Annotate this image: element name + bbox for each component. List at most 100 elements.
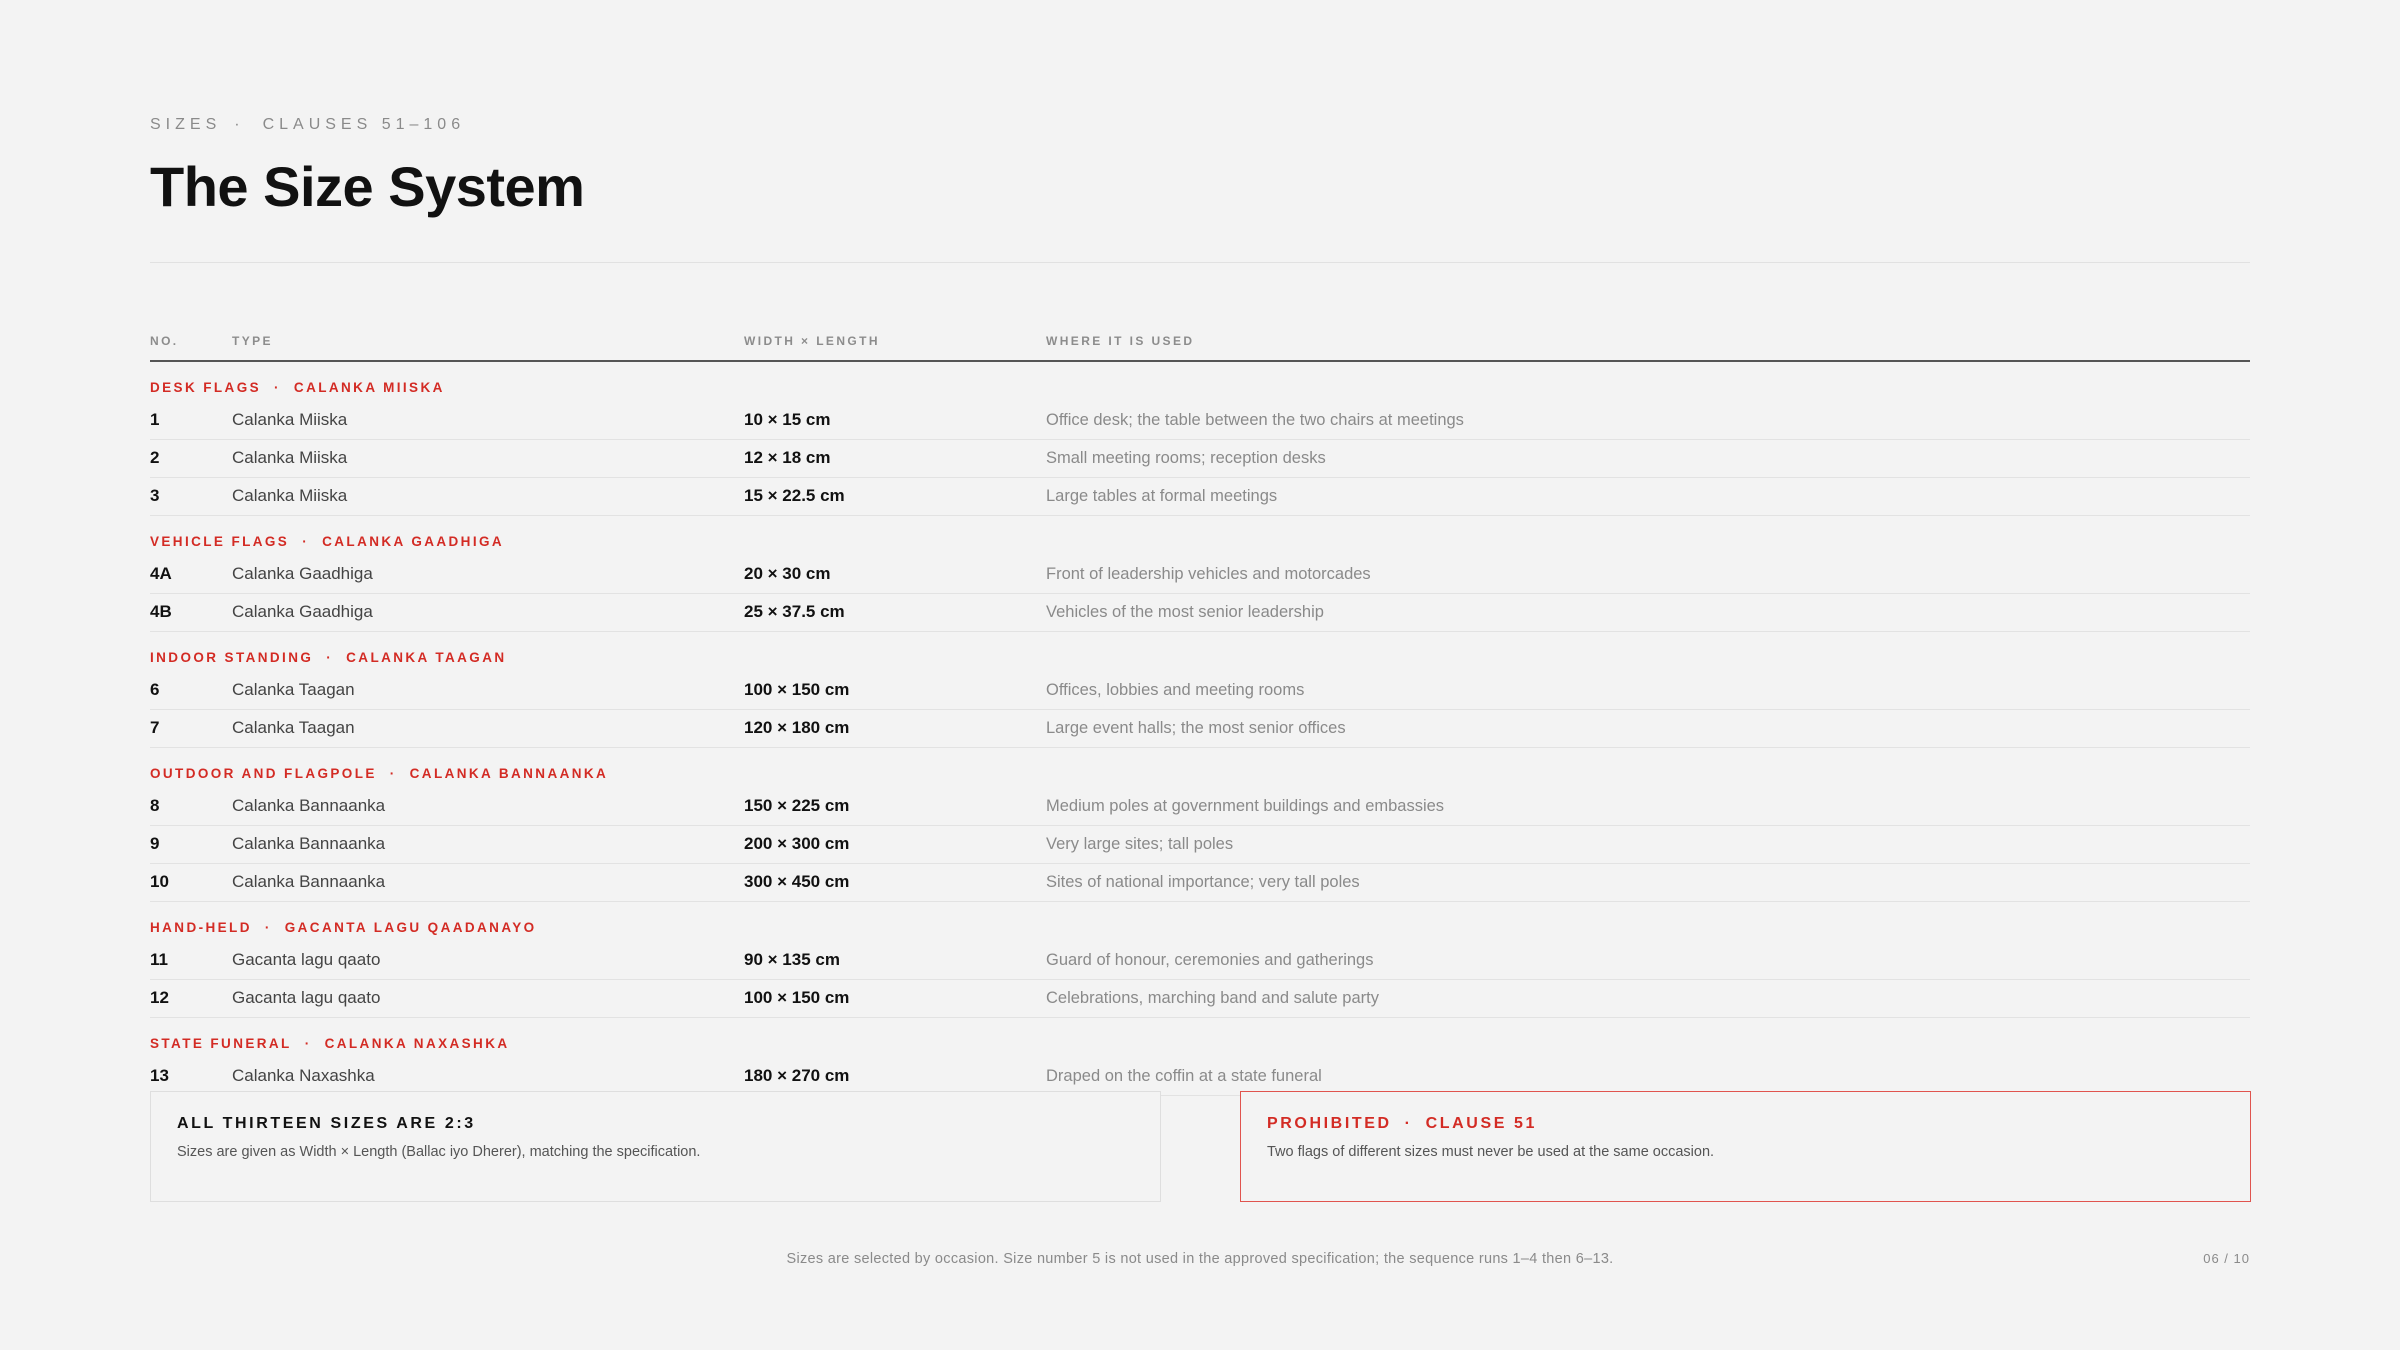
cell-number: 2 <box>150 448 160 467</box>
cell-where-used: Large event halls; the most senior offic… <box>1046 719 1346 737</box>
cell-where-used: Very large sites; tall poles <box>1046 835 1234 853</box>
cell-number: 6 <box>150 680 160 699</box>
section-label: SIZES <box>150 116 222 133</box>
group-label: STATE FUNERAL <box>150 1036 292 1051</box>
cell-size: 10 × 15 cm <box>744 410 831 429</box>
cell-where-used: Draped on the coffin at a state funeral <box>1046 1067 1322 1085</box>
ratio-note-text: Sizes are given as Width × Length (Balla… <box>177 1144 701 1160</box>
group-header: INDOOR STANDING · CALANKA TAAGAN <box>150 632 2250 672</box>
group-label: INDOOR STANDING <box>150 650 314 665</box>
group-label: OUTDOOR AND FLAGPOLE <box>150 766 377 781</box>
prohibited-label: PROHIBITED <box>1267 1115 1392 1132</box>
table-body: DESK FLAGS · CALANKA MIISKA 1 Calanka Miiska… <box>150 362 2250 1096</box>
cell-number: 4B <box>150 602 172 621</box>
table-row: 8 Calanka Bannaanka 150 × 225 cm Medium pol… <box>150 788 2250 826</box>
cell-size: 90 × 135 cm <box>744 950 840 969</box>
table-row: 2 Calanka Miiska 12 × 18 cm Small meeting r… <box>150 440 2250 478</box>
prohibited-clause: CLAUSE 51 <box>1425 1115 1538 1132</box>
cell-type: Calanka Miiska <box>232 486 348 505</box>
cell-size: 200 × 300 cm <box>744 834 850 853</box>
cell-number: 12 <box>150 988 169 1007</box>
cell-number: 4A <box>150 564 172 583</box>
divider <box>150 262 2250 263</box>
cell-number: 9 <box>150 834 160 853</box>
cell-where-used: Guard of honour, ceremonies and gatherin… <box>1046 951 1374 969</box>
column-header-size: WIDTH × LENGTH <box>744 334 880 348</box>
eyebrow: SIZES · CLAUSES 51–106 <box>150 116 465 134</box>
group-separator: · <box>302 534 310 549</box>
group-separator: · <box>304 1036 312 1051</box>
footer-note: Sizes are selected by occasion. Size num… <box>786 1251 1614 1267</box>
eyebrow-separator: · <box>234 116 245 133</box>
group-label: DESK FLAGS <box>150 380 262 395</box>
cell-number: 8 <box>150 796 160 815</box>
cell-size: 100 × 150 cm <box>744 988 850 1007</box>
prohibited-text: Two flags of different sizes must never … <box>1267 1144 1715 1160</box>
prohibited-title: PROHIBITED · CLAUSE 51 <box>1267 1115 1537 1133</box>
group-sublabel: CALANKA BANNAANKA <box>409 766 609 781</box>
cell-type: Gacanta lagu qaato <box>232 988 381 1007</box>
table-row: 6 Calanka Taagan 100 × 150 cm Offices, lobb… <box>150 672 2250 710</box>
cell-type: Calanka Bannaanka <box>232 834 386 853</box>
cell-size: 15 × 22.5 cm <box>744 486 845 505</box>
cell-size: 100 × 150 cm <box>744 680 850 699</box>
ratio-note-box: ALL THIRTEEN SIZES ARE 2:3 Sizes are giv… <box>150 1091 1161 1202</box>
group-separator: · <box>326 650 334 665</box>
cell-size: 12 × 18 cm <box>744 448 831 467</box>
table-row: 12 Gacanta lagu qaato 100 × 150 cm Celebrat… <box>150 980 2250 1018</box>
cell-size: 180 × 270 cm <box>744 1066 850 1085</box>
cell-type: Calanka Gaadhiga <box>232 564 373 583</box>
group-header: HAND-HELD · GACANTA LAGU QAADANAYO <box>150 902 2250 942</box>
clauses-label: CLAUSES 51–106 <box>262 116 466 133</box>
group-sublabel: CALANKA NAXASHKA <box>324 1036 510 1051</box>
cell-type: Calanka Miiska <box>232 410 348 429</box>
table-row: 1 Calanka Miiska 10 × 15 cm Office desk; th… <box>150 402 2250 440</box>
cell-type: Calanka Bannaanka <box>232 796 386 815</box>
table-row: 11 Gacanta lagu qaato 90 × 135 cm Guard of … <box>150 942 2250 980</box>
cell-type: Calanka Taagan <box>232 680 355 699</box>
group-label: VEHICLE FLAGS <box>150 534 290 549</box>
group-sublabel: CALANKA MIISKA <box>293 380 445 395</box>
cell-where-used: Sites of national importance; very tall … <box>1046 873 1360 891</box>
prohibited-box: PROHIBITED · CLAUSE 51 Two flags of differ… <box>1240 1091 2251 1202</box>
cell-number: 3 <box>150 486 160 505</box>
group-header: DESK FLAGS · CALANKA MIISKA <box>150 362 2250 402</box>
cell-size: 150 × 225 cm <box>744 796 850 815</box>
cell-where-used: Medium poles at government buildings and… <box>1046 797 1445 815</box>
column-header-type: TYPE <box>232 334 273 348</box>
group-separator: · <box>389 766 397 781</box>
ratio-note-title: ALL THIRTEEN SIZES ARE 2:3 <box>177 1115 476 1132</box>
cell-type: Calanka Naxashka <box>232 1066 375 1085</box>
table-row: 9 Calanka Bannaanka 200 × 300 cm Very large… <box>150 826 2250 864</box>
group-separator: · <box>274 380 281 395</box>
table-row: 10 Calanka Bannaanka 300 × 450 cm Sites of … <box>150 864 2250 902</box>
group-sublabel: CALANKA GAADHIGA <box>322 534 505 549</box>
column-header-no: NO. <box>150 334 179 348</box>
slide: SIZES · CLAUSES 51–106 The Size System NO.… <box>150 0 2251 1350</box>
table-row: 4B Calanka Gaadhiga 25 × 37.5 cm Vehicles o… <box>150 594 2250 632</box>
cell-size: 20 × 30 cm <box>744 564 831 583</box>
group-separator: · <box>264 920 272 935</box>
cell-where-used: Vehicles of the most senior leadership <box>1046 603 1324 621</box>
group-header: OUTDOOR AND FLAGPOLE · CALANKA BANNAANKA <box>150 748 2250 788</box>
table-row: 7 Calanka Taagan 120 × 180 cm Large event h… <box>150 710 2250 748</box>
group-sublabel: CALANKA TAAGAN <box>346 650 507 665</box>
cell-type: Calanka Bannaanka <box>232 872 386 891</box>
cell-type: Calanka Gaadhiga <box>232 602 373 621</box>
cell-number: 13 <box>150 1066 169 1085</box>
cell-number: 10 <box>150 872 169 891</box>
cell-number: 7 <box>150 718 160 737</box>
column-header-where: WHERE IT IS USED <box>1046 334 1195 348</box>
table-row: 3 Calanka Miiska 15 × 22.5 cm Large tables … <box>150 478 2250 516</box>
cell-where-used: Offices, lobbies and meeting rooms <box>1046 681 1305 699</box>
cell-type: Calanka Taagan <box>232 718 355 737</box>
group-label: HAND-HELD <box>150 920 252 935</box>
group-header: VEHICLE FLAGS · CALANKA GAADHIGA <box>150 516 2250 556</box>
cell-type: Gacanta lagu qaato <box>232 950 381 969</box>
cell-where-used: Small meeting rooms; reception desks <box>1046 449 1326 467</box>
page-number: 06 / 10 <box>2203 1251 2250 1266</box>
cell-size: 120 × 180 cm <box>744 718 850 737</box>
group-header: STATE FUNERAL · CALANKA NAXASHKA <box>150 1018 2250 1058</box>
cell-where-used: Large tables at formal meetings <box>1046 487 1278 505</box>
prohibited-separator: · <box>1404 1115 1413 1132</box>
